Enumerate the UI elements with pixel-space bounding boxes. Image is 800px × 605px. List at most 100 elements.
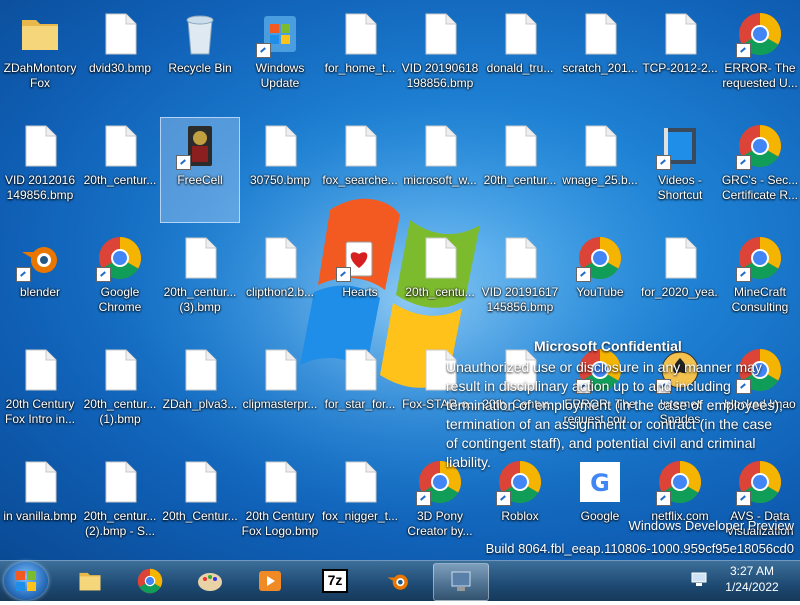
shortcut-arrow-icon [16,267,31,282]
desktop-icon[interactable]: Videos - Shortcut [641,118,719,222]
desktop-icon[interactable]: 20th Century Fox Logo.bmp [241,454,319,558]
desktop-icon[interactable]: TCP-2012-2... [641,6,719,110]
desktop-icon-label: dvid30.bmp [88,61,152,75]
desktop-icon-label: Hearts [342,285,378,299]
bmp-file-icon [576,10,624,58]
desktop-icon[interactable]: Recycle Bin [161,6,239,110]
recycle-bin-icon [176,10,224,58]
build-line-1: Windows Developer Preview [628,518,794,533]
windows-update-icon [256,10,304,58]
desktop-icon-label: VID 2012016 149856.bmp [4,173,76,202]
desktop-icon[interactable]: donald_tru... [481,6,559,110]
desktop-icon[interactable]: in vanilla.bmp [1,454,79,558]
desktop-icon[interactable]: Windows Update [241,6,319,110]
shortcut-arrow-icon [576,267,591,282]
desktop-icon[interactable]: GRC's - Sec... Certificate R... [721,118,799,222]
windows-start-orb-icon [16,571,36,591]
desktop-icon[interactable]: microsoft_w... [401,118,479,222]
desktop-icon[interactable]: FreeCell [160,117,240,223]
desktop-icon-label: Recycle Bin [168,61,232,75]
desktop-icon[interactable]: VID 20191617 145856.bmp [481,230,559,334]
shortcut-arrow-icon [256,43,271,58]
desktop-icon[interactable]: fox_searche... [321,118,399,222]
watermark-title: Microsoft Confidential [534,338,682,354]
desktop-icon[interactable]: ZDahMontory Fox [1,6,79,110]
start-button[interactable] [4,562,48,600]
desktop-icon-label: 30750.bmp [249,173,311,187]
chrome-icon [96,234,144,282]
desktop-icon[interactable]: for_star_for... [321,342,399,446]
network-icon [447,568,475,596]
bmp-file-icon [16,346,64,394]
shortcut-arrow-icon [336,267,351,282]
desktop-icon[interactable]: 20th_centur... (3).bmp [161,230,239,334]
taskbar-7zip-button[interactable]: 7z [308,563,362,599]
desktop-icon[interactable]: 20th_centur... (2).bmp - S... [81,454,159,558]
taskbar-file-explorer-button[interactable] [63,563,117,599]
desktop-icon-label: 20th_centu... [405,285,475,299]
bmp-file-icon [256,458,304,506]
bmp-file-icon [496,10,544,58]
bmp-file-icon [176,458,224,506]
bmp-file-icon [256,122,304,170]
videos-icon [656,122,704,170]
desktop-icon[interactable]: fox_nigger_t... [321,454,399,558]
desktop-icon[interactable]: VID 20190618 198856.bmp [401,6,479,110]
desktop-icon[interactable]: blender [1,230,79,334]
desktop-icon[interactable]: scratch_201... [561,6,639,110]
desktop-icon[interactable]: 30750.bmp [241,118,319,222]
desktop-icon[interactable]: 20th Century Fox Intro in... [1,342,79,446]
taskbar-media-player-button[interactable] [243,563,297,599]
desktop-icon-label: donald_tru... [486,61,554,75]
network-tray-icon[interactable] [690,570,708,588]
desktop-icon[interactable]: clipthon2.b... [241,230,319,334]
watermark-body: Unauthorized use or disclosure in any ma… [446,359,783,470]
paint-icon [196,567,224,595]
chrome-icon [736,234,784,282]
desktop-icon[interactable]: for_2020_yea... [641,230,719,334]
folder-icon [16,10,64,58]
desktop-icon[interactable]: 20th_Centur... [161,454,239,558]
desktop-icon[interactable]: YouTube [561,230,639,334]
bmp-file-icon [496,234,544,282]
desktop-icon[interactable]: VID 2012016 149856.bmp [1,118,79,222]
taskbar-blender-button[interactable] [371,563,425,599]
shortcut-arrow-icon [416,491,431,506]
desktop-icon[interactable]: 20th_centu... [401,230,479,334]
taskbar-chrome-button[interactable] [123,563,177,599]
chrome-icon [736,122,784,170]
desktop-icon[interactable]: 20th_centur... [481,118,559,222]
desktop-icon[interactable]: MineCraft Consulting [721,230,799,334]
chrome-icon [576,234,624,282]
desktop-icon-label: ERROR- The requested U... [722,61,798,90]
bmp-file-icon [576,122,624,170]
shortcut-arrow-icon [656,491,671,506]
bmp-file-icon [256,346,304,394]
desktop-icon-grid: ZDahMontory Fox dvid30.bmp Recycle Bin Wind… [0,0,800,560]
7zip-icon: 7z [321,567,349,595]
shortcut-arrow-icon [736,43,751,58]
shortcut-arrow-icon [736,491,751,506]
shortcut-arrow-icon [96,267,111,282]
desktop-icon[interactable]: dvid30.bmp [81,6,159,110]
desktop-icon[interactable]: wnage_25.b... [561,118,639,222]
desktop[interactable]: ZDahMontory Fox dvid30.bmp Recycle Bin Wind… [0,0,800,560]
shortcut-arrow-icon [496,491,511,506]
desktop-icon-label: for_2020_yea... [641,285,719,299]
desktop-icon[interactable]: clipmasterpr... [241,342,319,446]
taskbar-network-app-button[interactable] [433,563,489,601]
desktop-icon-label: Google Chrome [98,285,142,314]
desktop-icon[interactable]: Google Chrome [81,230,159,334]
desktop-icon[interactable]: ERROR- The requested U... [721,6,799,110]
desktop-icon-label: blender [19,285,61,299]
desktop-icon[interactable]: 20th_centur... [81,118,159,222]
desktop-icon[interactable]: 20th_centur... (1).bmp [81,342,159,446]
chrome-icon [136,567,164,595]
bmp-file-icon [416,10,464,58]
desktop-icon[interactable]: for_home_t... [321,6,399,110]
taskbar-clock[interactable]: 3:27 AM 1/24/2022 [712,563,792,595]
taskbar-paint-button[interactable] [183,563,237,599]
desktop-icon-label: 20th Century Fox Logo.bmp [241,509,319,538]
desktop-icon[interactable]: Hearts [321,230,399,334]
desktop-icon[interactable]: ZDah_plva3... [161,342,239,446]
